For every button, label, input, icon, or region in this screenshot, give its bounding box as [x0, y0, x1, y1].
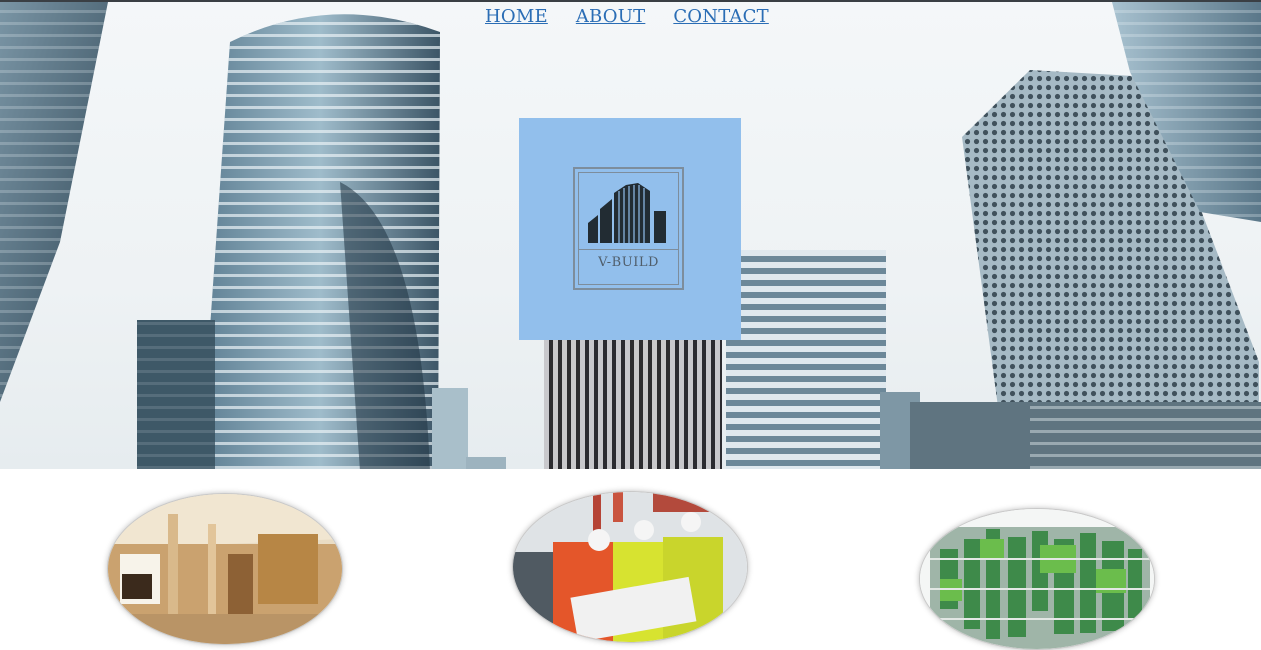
building-icon: [588, 183, 666, 243]
logo[interactable]: V-BUILD: [519, 118, 741, 340]
green-wall-building-photo: [920, 509, 1154, 649]
wooden-interior-photo: [108, 494, 342, 644]
service-image-interior[interactable]: [107, 493, 343, 645]
nav-link-contact[interactable]: CONTACT: [673, 6, 768, 27]
logo-text: V-BUILD: [598, 255, 659, 270]
services-section: [0, 469, 1261, 650]
main-navigation: HOME ABOUT CONTACT: [485, 6, 769, 27]
nav-link-about[interactable]: ABOUT: [576, 6, 646, 27]
service-image-workers[interactable]: [512, 491, 748, 643]
construction-workers-photo: [513, 492, 747, 642]
hero-banner: HOME ABOUT CONTACT V-BUILD: [0, 0, 1261, 469]
logo-frame: V-BUILD: [573, 167, 684, 290]
service-image-green-building[interactable]: [919, 508, 1155, 650]
nav-link-home[interactable]: HOME: [485, 6, 548, 27]
